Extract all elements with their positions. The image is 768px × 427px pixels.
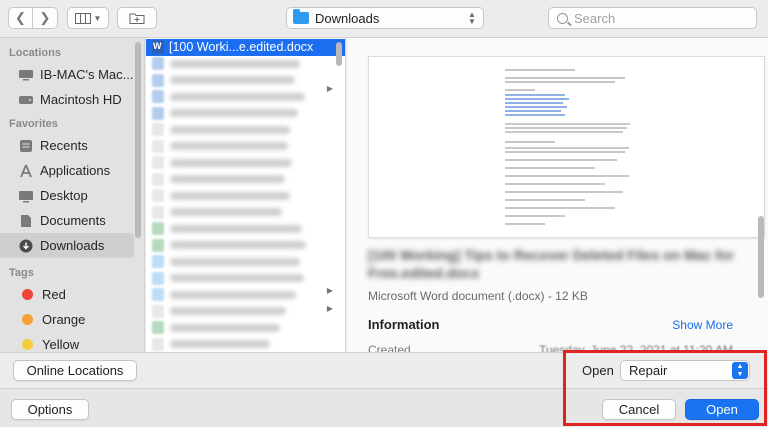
view-mode-button[interactable]: ▼ <box>67 7 109 29</box>
file-row[interactable] <box>146 320 345 337</box>
document-thumbnail <box>368 56 765 238</box>
sidebar-scrollbar[interactable] <box>135 42 141 238</box>
file-row[interactable] <box>146 105 345 122</box>
orange-tag-icon <box>22 314 33 325</box>
downloads-folder-icon <box>293 9 309 24</box>
file-row[interactable] <box>146 270 345 287</box>
file-row[interactable] <box>146 155 345 172</box>
file-row[interactable] <box>146 72 345 89</box>
new-folder-icon <box>129 13 145 24</box>
preview-kind: Microsoft Word document (.docx) - 12 KB <box>368 289 588 303</box>
sidebar-item-recents[interactable]: Recents <box>0 133 144 158</box>
chevron-right-icon: ▶ <box>326 84 333 93</box>
sidebar-item-label: Desktop <box>40 188 88 203</box>
file-row[interactable] <box>146 204 345 221</box>
yellow-tag-icon <box>22 339 33 350</box>
sidebar-item-label: Downloads <box>40 238 105 253</box>
sidebar-item-label: Documents <box>40 213 106 228</box>
chevron-down-icon: ▼ <box>93 13 102 23</box>
file-row[interactable] <box>146 254 345 271</box>
file-row[interactable] <box>146 221 345 238</box>
sidebar-item-documents[interactable]: Documents <box>0 208 144 233</box>
new-folder-button[interactable] <box>117 7 157 29</box>
chevron-left-icon: ❮ <box>15 10 26 25</box>
word-document-icon <box>152 40 164 55</box>
updown-arrows-icon: ▲ ▼ <box>468 10 476 26</box>
applications-icon <box>18 164 34 178</box>
sidebar-section-locations: Locations <box>9 47 61 59</box>
search-icon <box>557 12 568 24</box>
clock-icon <box>18 139 34 153</box>
preview-scrollbar[interactable] <box>758 216 764 298</box>
sidebar-section-tags: Tags <box>9 267 34 279</box>
file-list-scrollbar[interactable] <box>336 42 342 66</box>
file-row[interactable] <box>146 303 345 320</box>
red-highlight-box <box>563 350 767 426</box>
sidebar-item-downloads[interactable]: Downloads <box>0 233 134 258</box>
chevron-right-icon: ▶ <box>326 304 333 313</box>
sidebar-item-label: Orange <box>42 312 86 327</box>
navigation-buttons: ❮ ❯ <box>8 7 58 29</box>
file-row[interactable] <box>146 89 345 106</box>
sidebar-item-mac[interactable]: IB-MAC's Mac... <box>0 62 144 87</box>
sidebar-tag-yellow[interactable]: Yellow <box>0 332 144 352</box>
file-row[interactable] <box>146 188 345 205</box>
search-input[interactable] <box>574 10 734 26</box>
sidebar: Locations IB-MAC's Mac... Macintosh HD F… <box>0 38 145 352</box>
sidebar-section-favorites: Favorites <box>9 118 58 130</box>
search-field[interactable] <box>548 7 757 29</box>
file-row-selected[interactable]: [100 Worki...e.edited.docx <box>146 39 345 56</box>
file-row[interactable] <box>146 138 345 155</box>
toolbar: ❮ ❯ ▼ Downloads ▲ ▼ <box>0 0 768 38</box>
sidebar-item-macintosh-hd[interactable]: Macintosh HD <box>0 87 144 112</box>
documents-icon <box>18 214 34 228</box>
red-tag-icon <box>22 289 33 300</box>
sidebar-item-label: Yellow <box>42 337 80 352</box>
desktop-icon <box>18 189 34 203</box>
preview-pane: [100 Working] Tips to Recover Deleted Fi… <box>347 38 768 352</box>
forward-button[interactable]: ❯ <box>33 8 57 28</box>
online-locations-button[interactable]: Online Locations <box>13 360 137 381</box>
file-row[interactable] <box>146 171 345 188</box>
columns-view-icon <box>74 12 91 24</box>
options-button[interactable]: Options <box>11 399 89 420</box>
back-button[interactable]: ❮ <box>9 8 34 28</box>
chevron-right-icon: ❯ <box>39 10 51 25</box>
sidebar-item-desktop[interactable]: Desktop <box>0 183 144 208</box>
file-list: [100 Worki...e.edited.docx ▶ ▶ ▶ <box>146 38 346 352</box>
sidebar-item-label: Applications <box>40 163 111 178</box>
downloads-icon <box>18 239 34 253</box>
sidebar-item-label: Macintosh HD <box>40 92 122 107</box>
file-row[interactable] <box>146 122 345 139</box>
information-heading: Information <box>368 317 440 332</box>
file-row[interactable] <box>146 287 345 304</box>
show-more-link[interactable]: Show More <box>672 318 733 332</box>
sidebar-item-applications[interactable]: Applications <box>0 158 144 183</box>
location-label: Downloads <box>315 10 380 26</box>
created-label: Created <box>368 343 411 352</box>
sidebar-item-label: IB-MAC's Mac... <box>40 67 134 82</box>
sidebar-tag-orange[interactable]: Orange <box>0 307 144 332</box>
sidebar-item-label: Recents <box>40 138 88 153</box>
location-popup[interactable]: Downloads ▲ ▼ <box>286 7 484 29</box>
chevron-right-icon: ▶ <box>326 286 333 295</box>
sidebar-tag-red[interactable]: Red <box>0 282 144 307</box>
file-row[interactable] <box>146 237 345 254</box>
computer-icon <box>18 68 34 82</box>
file-row[interactable] <box>146 336 345 352</box>
file-row[interactable] <box>146 56 345 73</box>
sidebar-item-label: Red <box>42 287 66 302</box>
file-name: [100 Worki...e.edited.docx <box>169 40 314 55</box>
hard-drive-icon <box>18 93 34 107</box>
preview-title: [100 Working] Tips to Recover Deleted Fi… <box>368 247 734 281</box>
